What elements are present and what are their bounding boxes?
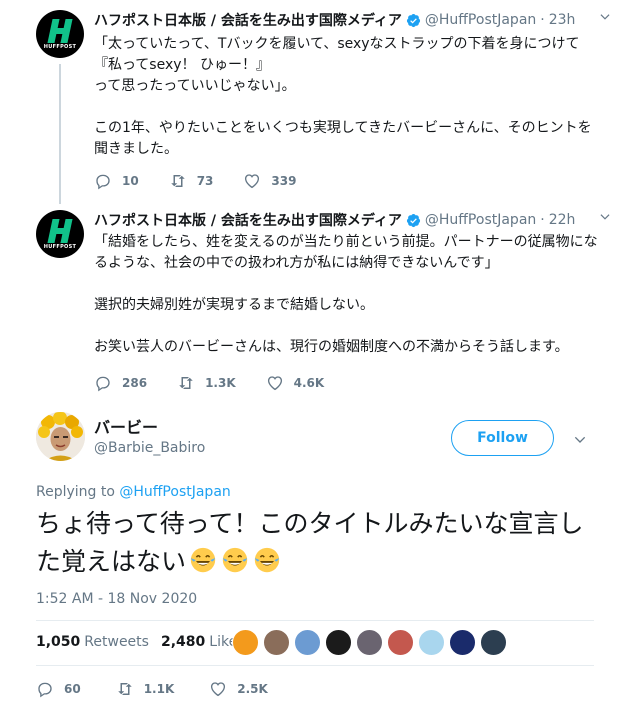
like-button[interactable]: 4.6K (266, 374, 325, 392)
liker-avatar[interactable] (232, 629, 259, 656)
tweet-text: 「太っていたって、Tバックを履いて、sexyなストラップの下着を身につけて『私っ… (94, 36, 592, 157)
chevron-down-icon[interactable] (598, 10, 612, 24)
reply-count: 60 (64, 682, 81, 696)
reply-icon (38, 682, 52, 698)
heart-icon (211, 682, 226, 697)
reply-count: 286 (122, 376, 148, 390)
liker-avatar[interactable] (449, 629, 476, 656)
liker-avatar[interactable] (294, 629, 321, 656)
retweet-icon (170, 175, 185, 187)
author-handle[interactable]: @HuffPostJapan (425, 12, 536, 28)
retweet-icon (117, 683, 132, 695)
retweet-button[interactable]: 1.1K (116, 680, 175, 698)
liker-avatars (232, 629, 511, 656)
chevron-down-icon[interactable] (572, 432, 588, 448)
tweet-actions: 10 73 339 (94, 172, 326, 190)
like-button[interactable]: 2.5K (209, 680, 268, 698)
tweet-timestamp[interactable]: 1:52 AM - 18 Nov 2020 (36, 591, 197, 607)
face-with-tears-of-joy-icon (190, 547, 216, 573)
main-author-name[interactable]: バービー (94, 414, 158, 438)
separator-dot: · (540, 212, 545, 228)
tweet-actions: 286 1.3K 4.6K (94, 374, 354, 392)
barbie-avatar[interactable] (36, 412, 85, 461)
face-with-tears-of-joy-icon (254, 547, 280, 573)
tweet-header: ハフポスト日本版 / 会話を生み出す国際メディア @HuffPostJapan … (94, 10, 612, 30)
reply-button[interactable]: 10 (94, 172, 139, 190)
main-tweet-text: ちょ待って待って！このタイトルみたいな宣言した覚えはない (36, 505, 596, 581)
tweet-text: 「結婚をしたら、姓を変えるのが当たり前という前提。パートナーの従属物になるような… (94, 234, 598, 355)
main-tweet-body: ちょ待って待って！このタイトルみたいな宣言した覚えはない (36, 509, 584, 576)
follow-button[interactable]: Follow (451, 420, 554, 456)
retweet-button[interactable]: 1.3K (177, 374, 236, 392)
reply-button[interactable]: 286 (94, 374, 147, 392)
reply-icon (96, 174, 110, 190)
huffpost-logo-text: HUFFPOST (43, 244, 77, 250)
heart-icon (267, 376, 282, 391)
liker-avatar[interactable] (356, 629, 383, 656)
retweet-icon (179, 377, 193, 389)
likes-total[interactable]: 2,480 (161, 634, 205, 650)
face-with-tears-of-joy-icon (222, 547, 248, 573)
replying-mention[interactable]: @HuffPostJapan (119, 484, 230, 500)
tweet-header: ハフポスト日本版 / 会話を生み出す国際メディア @HuffPostJapan … (94, 210, 612, 230)
like-count: 339 (271, 174, 297, 188)
replying-prefix: Replying to (36, 484, 115, 500)
verified-badge-icon (406, 213, 420, 227)
engagement-stats: 1,050 Retweets 2,480 Likes (36, 634, 256, 650)
chevron-down-icon[interactable] (598, 210, 612, 224)
reply-count: 10 (122, 174, 139, 188)
like-count: 2.5K (237, 682, 268, 696)
separator-dot: · (540, 12, 545, 28)
replying-to: Replying to @HuffPostJapan (36, 484, 231, 500)
huffpost-avatar[interactable]: HUFFPOST (36, 210, 84, 258)
author-name[interactable]: ハフポスト日本版 / 会話を生み出す国際メディア (94, 10, 402, 30)
thread-line (59, 64, 61, 204)
reply-icon (96, 376, 110, 392)
huffpost-avatar[interactable]: HUFFPOST (36, 10, 84, 58)
retweet-button[interactable]: 73 (169, 172, 214, 190)
tweet-time[interactable]: 23h (549, 12, 576, 28)
huffpost-logo-text: HUFFPOST (43, 44, 77, 50)
divider (36, 620, 594, 621)
tweet-time[interactable]: 22h (549, 212, 576, 228)
liker-avatar[interactable] (418, 629, 445, 656)
retweets-label[interactable]: Retweets (84, 634, 149, 650)
liker-avatar[interactable] (387, 629, 414, 656)
reply-button[interactable]: 60 (36, 680, 81, 698)
avatar-image (36, 412, 85, 461)
verified-badge-icon (406, 13, 420, 27)
huffpost-logo-icon (47, 19, 73, 43)
huffpost-logo-icon (47, 219, 73, 243)
retweet-count: 1.3K (205, 376, 236, 390)
like-button[interactable]: 339 (243, 172, 296, 190)
retweet-count: 73 (196, 174, 214, 188)
author-handle[interactable]: @HuffPostJapan (425, 212, 536, 228)
liker-avatar[interactable] (263, 629, 290, 656)
liker-avatar[interactable] (480, 629, 507, 656)
liker-avatar[interactable] (325, 629, 352, 656)
retweets-total[interactable]: 1,050 (36, 634, 80, 650)
author-name[interactable]: ハフポスト日本版 / 会話を生み出す国際メディア (94, 210, 402, 230)
main-author-handle[interactable]: @Barbie_Babiro (94, 440, 205, 456)
divider (36, 665, 594, 666)
like-count: 4.6K (293, 376, 325, 390)
retweet-count: 1.1K (143, 682, 175, 696)
main-tweet-actions: 60 1.1K 2.5K (36, 680, 303, 698)
heart-icon (245, 174, 260, 189)
